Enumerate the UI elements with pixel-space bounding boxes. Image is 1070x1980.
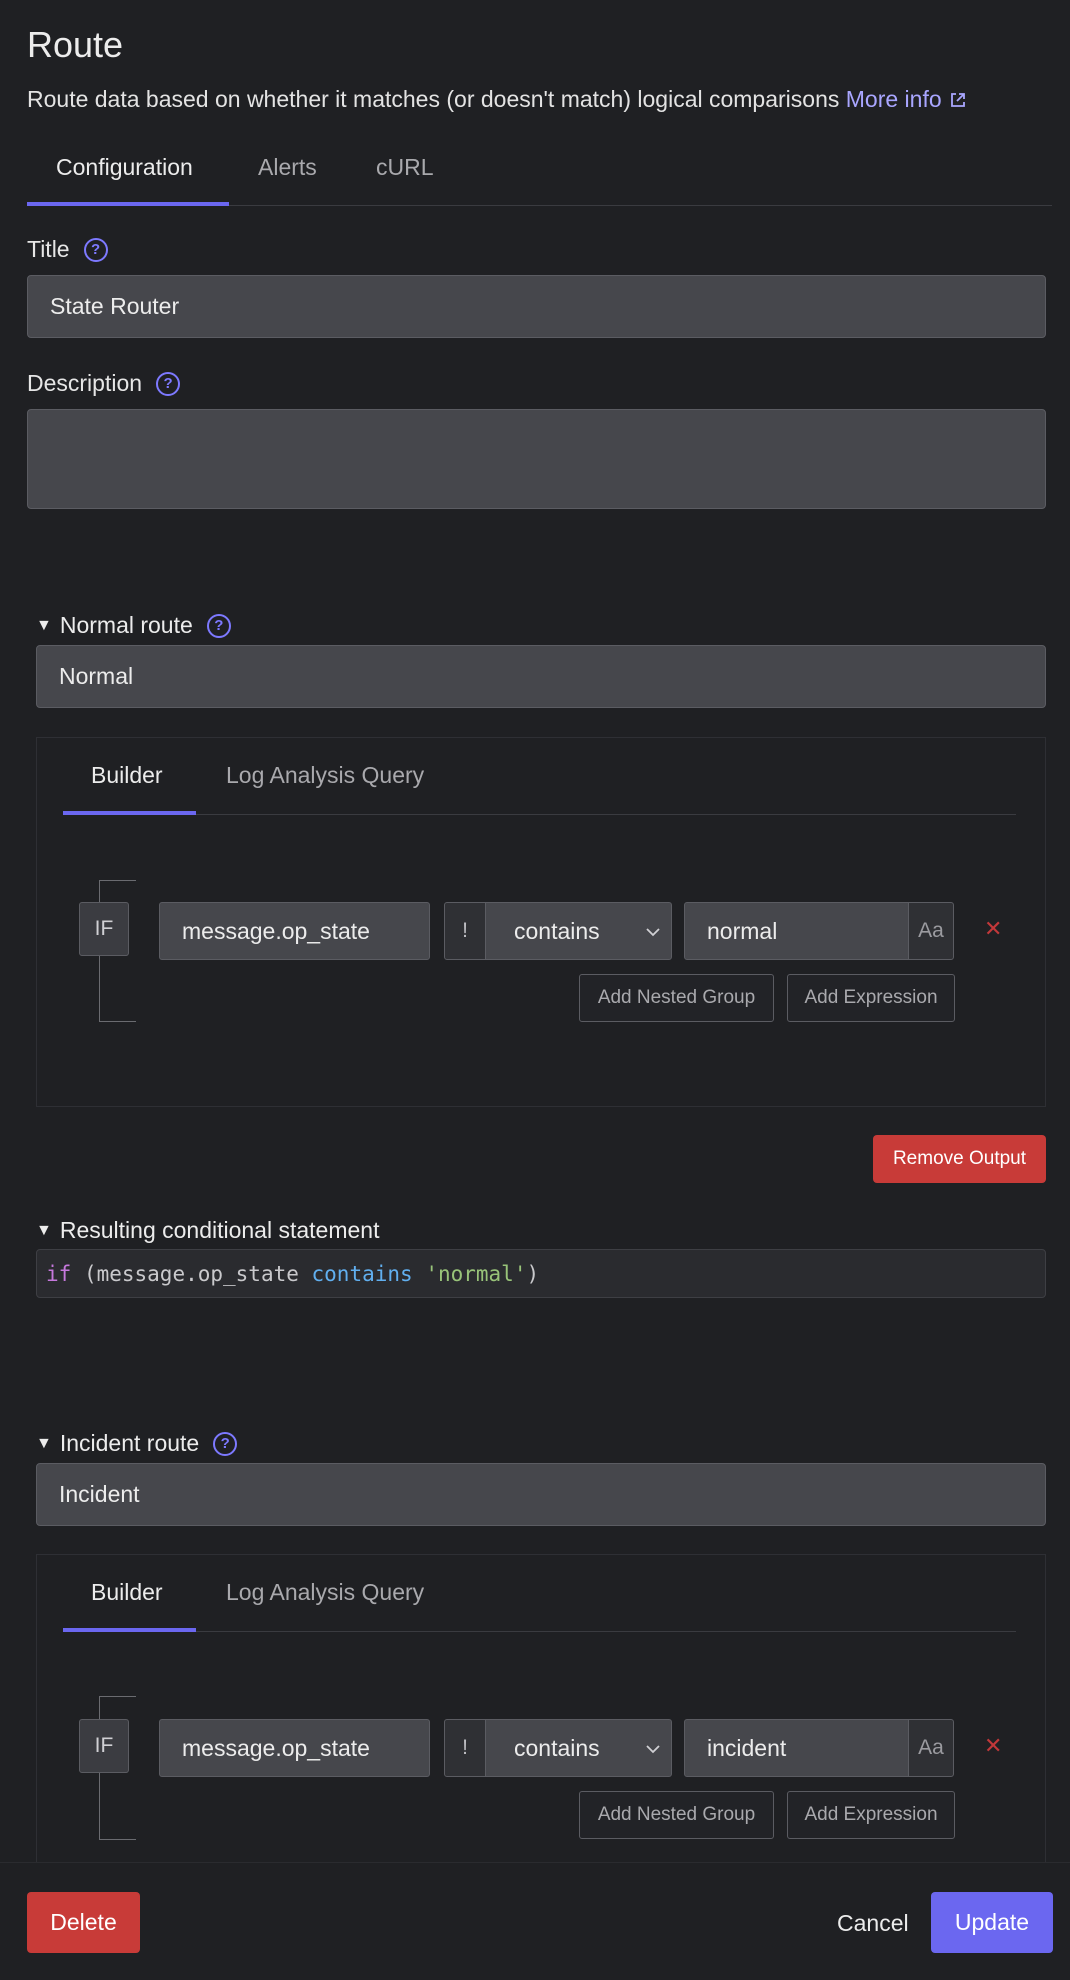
operator-value: contains	[514, 917, 600, 944]
negate-toggle[interactable]: !	[444, 1719, 486, 1777]
footer-bar: Delete Cancel Update	[0, 1862, 1070, 1980]
chevron-down-icon	[646, 1745, 660, 1754]
active-subtab-indicator	[63, 811, 196, 815]
update-button[interactable]: Update	[931, 1892, 1053, 1953]
subtab-log-analysis-query[interactable]: Log Analysis Query	[226, 1579, 424, 1606]
main-tabs: Configuration Alerts cURL	[27, 140, 1052, 206]
add-nested-group-button[interactable]: Add Nested Group	[579, 974, 774, 1022]
description-textarea[interactable]	[27, 409, 1046, 509]
tab-alerts[interactable]: Alerts	[258, 154, 317, 181]
incident-route-builder-panel: Builder Log Analysis Query IF message.op…	[36, 1554, 1046, 1862]
active-tab-indicator	[27, 202, 229, 206]
cancel-button[interactable]: Cancel	[837, 1910, 909, 1937]
code-close: )	[526, 1261, 540, 1286]
triangle-down-icon: ▼	[36, 1221, 52, 1239]
incident-route-header[interactable]: ▼ Incident route ?	[36, 1430, 238, 1457]
normal-route-name-input[interactable]: Normal	[36, 645, 1046, 708]
add-expression-button[interactable]: Add Expression	[787, 1791, 955, 1839]
builder-subtabs: Builder Log Analysis Query	[63, 738, 1016, 815]
operator-select[interactable]: contains	[485, 1719, 672, 1777]
more-info-label: More info	[845, 86, 942, 112]
triangle-down-icon: ▼	[36, 616, 52, 634]
subtab-builder[interactable]: Builder	[91, 762, 163, 789]
delete-button[interactable]: Delete	[27, 1892, 140, 1953]
normal-route-header[interactable]: ▼ Normal route ?	[36, 612, 231, 639]
condition-value-input[interactable]: incident	[684, 1719, 909, 1777]
case-sensitive-toggle[interactable]: Aa	[908, 1719, 954, 1777]
subtab-builder[interactable]: Builder	[91, 1579, 163, 1606]
page-title: Route	[27, 24, 124, 65]
title-label-text: Title	[27, 236, 70, 262]
operator-value: contains	[514, 1734, 600, 1761]
builder-subtabs: Builder Log Analysis Query	[63, 1555, 1016, 1632]
title-input[interactable]: State Router	[27, 275, 1046, 338]
code-keyword: if	[46, 1261, 72, 1286]
subtab-log-analysis-query[interactable]: Log Analysis Query	[226, 762, 424, 789]
add-nested-group-button[interactable]: Add Nested Group	[579, 1791, 774, 1839]
conditional-statement-header[interactable]: ▼ Resulting conditional statement	[36, 1217, 379, 1244]
code-open: (message.op_state	[71, 1261, 312, 1286]
description-label-text: Description	[27, 370, 143, 396]
title-label: Title ?	[27, 236, 108, 263]
close-icon[interactable]: ✕	[984, 1733, 1002, 1759]
more-info-link[interactable]: More info	[846, 86, 966, 112]
description-label: Description ?	[27, 370, 181, 397]
operator-select[interactable]: contains	[485, 902, 672, 960]
incident-route-label: Incident route	[59, 1430, 200, 1456]
normal-route-builder-panel: Builder Log Analysis Query IF message.op…	[36, 737, 1046, 1107]
help-icon[interactable]: ?	[213, 1431, 238, 1456]
subtitle-text: Route data based on whether it matches (…	[27, 86, 840, 112]
help-icon[interactable]: ?	[156, 371, 181, 396]
tab-curl[interactable]: cURL	[376, 154, 434, 181]
external-link-icon	[950, 93, 965, 107]
chevron-down-icon	[646, 928, 660, 937]
help-icon[interactable]: ?	[83, 237, 108, 262]
negate-toggle[interactable]: !	[444, 902, 486, 960]
condition-field-input[interactable]: message.op_state	[159, 1719, 430, 1777]
tab-configuration[interactable]: Configuration	[56, 154, 193, 181]
help-icon[interactable]: ?	[206, 613, 231, 638]
active-subtab-indicator	[63, 1628, 196, 1632]
condition-value-input[interactable]: normal	[684, 902, 909, 960]
conditional-statement-label: Resulting conditional statement	[59, 1217, 380, 1243]
remove-output-button[interactable]: Remove Output	[873, 1135, 1046, 1183]
if-label: IF	[79, 1719, 129, 1773]
condition-field-input[interactable]: message.op_state	[159, 902, 430, 960]
incident-route-name-input[interactable]: Incident	[36, 1463, 1046, 1526]
code-operator: contains	[311, 1261, 413, 1286]
page-subtitle: Route data based on whether it matches (…	[27, 86, 966, 113]
add-expression-button[interactable]: Add Expression	[787, 974, 955, 1022]
if-label: IF	[79, 902, 129, 956]
case-sensitive-toggle[interactable]: Aa	[908, 902, 954, 960]
triangle-down-icon: ▼	[36, 1434, 52, 1452]
close-icon[interactable]: ✕	[984, 916, 1002, 942]
code-string: 'normal'	[425, 1261, 527, 1286]
normal-route-label: Normal route	[59, 612, 193, 638]
conditional-statement-code: if (message.op_state contains 'normal')	[36, 1249, 1046, 1298]
